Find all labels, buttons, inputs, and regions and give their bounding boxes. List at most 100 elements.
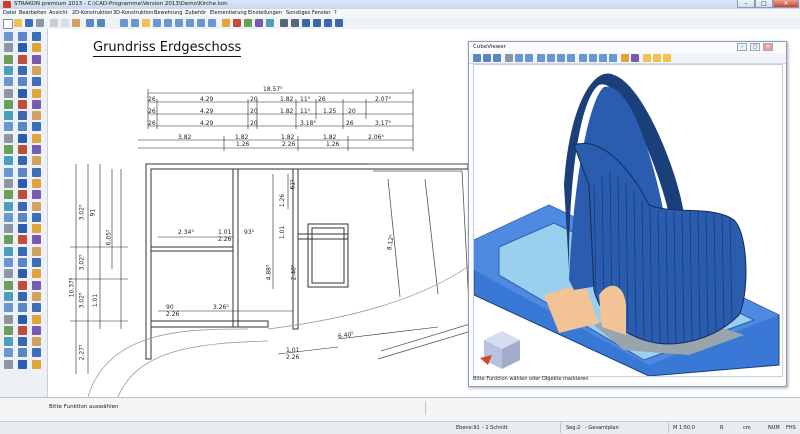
- menu-3d-konstruktion[interactable]: 3D-Konstruktion: [113, 10, 153, 16]
- cv-shade-icon[interactable]: [643, 54, 651, 62]
- palette-tool-icon[interactable]: [32, 201, 41, 211]
- palette-tool-icon[interactable]: [18, 246, 27, 256]
- palette-tool-icon[interactable]: [4, 337, 13, 347]
- redraw-icon[interactable]: [175, 19, 183, 27]
- menu-ansicht[interactable]: Ansicht: [49, 10, 67, 16]
- paste-icon[interactable]: [72, 19, 80, 27]
- command-line[interactable]: Bitte Funktion auswählen: [0, 397, 800, 421]
- palette-tool-icon[interactable]: [32, 122, 41, 132]
- menu-sonstiges[interactable]: Sonstiges: [286, 10, 310, 16]
- menu-zubehoer[interactable]: Zubehör: [185, 10, 206, 16]
- palette-tool-icon[interactable]: [18, 269, 27, 279]
- print-icon[interactable]: [36, 19, 44, 27]
- grid-icon[interactable]: [244, 19, 252, 27]
- palette-tool-icon[interactable]: [32, 156, 41, 166]
- palette-tool-icon[interactable]: [32, 280, 41, 290]
- palette-tool-icon[interactable]: [32, 88, 41, 98]
- zoom-all-icon[interactable]: [153, 19, 161, 27]
- palette-tool-icon[interactable]: [32, 133, 41, 143]
- menu-einstellungen[interactable]: Einstellungen: [248, 10, 282, 16]
- palette-tool-icon[interactable]: [4, 88, 13, 98]
- zoom-in-icon[interactable]: [120, 19, 128, 27]
- palette-tool-icon[interactable]: [32, 77, 41, 87]
- palette-tool-icon[interactable]: [18, 156, 27, 166]
- cv-material-icon[interactable]: [631, 54, 639, 62]
- palette-tool-icon[interactable]: [4, 99, 13, 109]
- palette-tool-icon[interactable]: [18, 32, 27, 41]
- palette-tool-icon[interactable]: [4, 325, 13, 335]
- palette-tool-icon[interactable]: [4, 212, 13, 222]
- palette-tool-icon[interactable]: [32, 269, 41, 279]
- palette-tool-icon[interactable]: [4, 190, 13, 200]
- palette-tool-icon[interactable]: [32, 348, 41, 358]
- zoom-previous-icon[interactable]: [186, 19, 194, 27]
- palette-tool-icon[interactable]: [4, 133, 13, 143]
- palette-tool-icon[interactable]: [32, 167, 41, 177]
- cv-close-button[interactable]: ✕: [763, 43, 773, 51]
- palette-tool-icon[interactable]: [32, 43, 41, 53]
- cv-rotate-icon[interactable]: [579, 54, 587, 62]
- palette-tool-icon[interactable]: [4, 32, 13, 41]
- palette-tool-icon[interactable]: [18, 133, 27, 143]
- palette-tool-icon[interactable]: [32, 111, 41, 121]
- cv-maximize-button[interactable]: □: [750, 43, 760, 51]
- palette-tool-icon[interactable]: [4, 291, 13, 301]
- palette-tool-icon[interactable]: [4, 258, 13, 267]
- cv-print-icon[interactable]: [505, 54, 513, 62]
- menu-elementierung[interactable]: Elementierung: [210, 10, 247, 16]
- cv-view-icon-2[interactable]: [483, 54, 491, 62]
- cross-icon-2[interactable]: [291, 19, 299, 27]
- palette-tool-icon[interactable]: [32, 291, 41, 301]
- cv-zoom-out-icon[interactable]: [557, 54, 565, 62]
- palette-tool-icon[interactable]: [4, 43, 13, 53]
- palette-tool-icon[interactable]: [32, 325, 41, 335]
- status-scale[interactable]: M 1:50.0: [673, 425, 695, 431]
- palette-tool-icon[interactable]: [32, 314, 41, 324]
- cv-home-icon[interactable]: [537, 54, 545, 62]
- palette-tool-icon[interactable]: [18, 77, 27, 87]
- palette-tool-icon[interactable]: [18, 88, 27, 98]
- palette-tool-icon[interactable]: [18, 201, 27, 211]
- palette-tool-icon[interactable]: [32, 359, 41, 369]
- cv-shade-icon-3[interactable]: [663, 54, 671, 62]
- undo-icon[interactable]: [86, 19, 94, 27]
- palette-tool-icon[interactable]: [32, 224, 41, 234]
- palette-tool-icon[interactable]: [4, 303, 13, 313]
- palette-tool-icon[interactable]: [4, 280, 13, 290]
- new-icon[interactable]: [3, 19, 13, 29]
- save-icon[interactable]: [25, 19, 33, 27]
- cv-light-icon[interactable]: [621, 54, 629, 62]
- palette-tool-icon[interactable]: [4, 269, 13, 279]
- palette-tool-icon[interactable]: [32, 235, 41, 245]
- palette-tool-icon[interactable]: [18, 224, 27, 234]
- zoom-window-icon[interactable]: [142, 19, 150, 27]
- cut-icon[interactable]: [50, 19, 58, 27]
- palette-tool-icon[interactable]: [32, 32, 41, 41]
- snap-icon[interactable]: [233, 19, 241, 27]
- palette-tool-icon[interactable]: [32, 65, 41, 75]
- zoom-out-icon[interactable]: [131, 19, 139, 27]
- palette-tool-icon[interactable]: [18, 314, 27, 324]
- palette-tool-icon[interactable]: [4, 65, 13, 75]
- cv-view-icon[interactable]: [473, 54, 481, 62]
- palette-tool-icon[interactable]: [32, 303, 41, 313]
- cube-viewer-window[interactable]: CubeViewer – □ ✕ Bitte Funktion wählen o…: [468, 41, 787, 387]
- palette-tool-icon[interactable]: [18, 145, 27, 154]
- palette-tool-icon[interactable]: [4, 77, 13, 87]
- palette-tool-icon[interactable]: [32, 178, 41, 188]
- palette-tool-icon[interactable]: [18, 190, 27, 200]
- palette-tool-icon[interactable]: [4, 246, 13, 256]
- status-segment[interactable]: Seg:2: [566, 425, 580, 431]
- palette-tool-icon[interactable]: [18, 43, 27, 53]
- menu-2d-konstruktion[interactable]: 2D-Konstruktion: [72, 10, 112, 16]
- palette-tool-icon[interactable]: [32, 54, 41, 64]
- cv-view-icon-3[interactable]: [493, 54, 501, 62]
- palette-tool-icon[interactable]: [4, 348, 13, 358]
- palette-tool-icon[interactable]: [4, 167, 13, 177]
- menu-datei[interactable]: Datei: [3, 10, 16, 16]
- palette-tool-icon[interactable]: [32, 258, 41, 267]
- close-button[interactable]: ✕: [773, 0, 799, 8]
- menu-help[interactable]: ?: [334, 10, 337, 16]
- layer-icon[interactable]: [222, 19, 230, 27]
- cv-rotate-icon-4[interactable]: [609, 54, 617, 62]
